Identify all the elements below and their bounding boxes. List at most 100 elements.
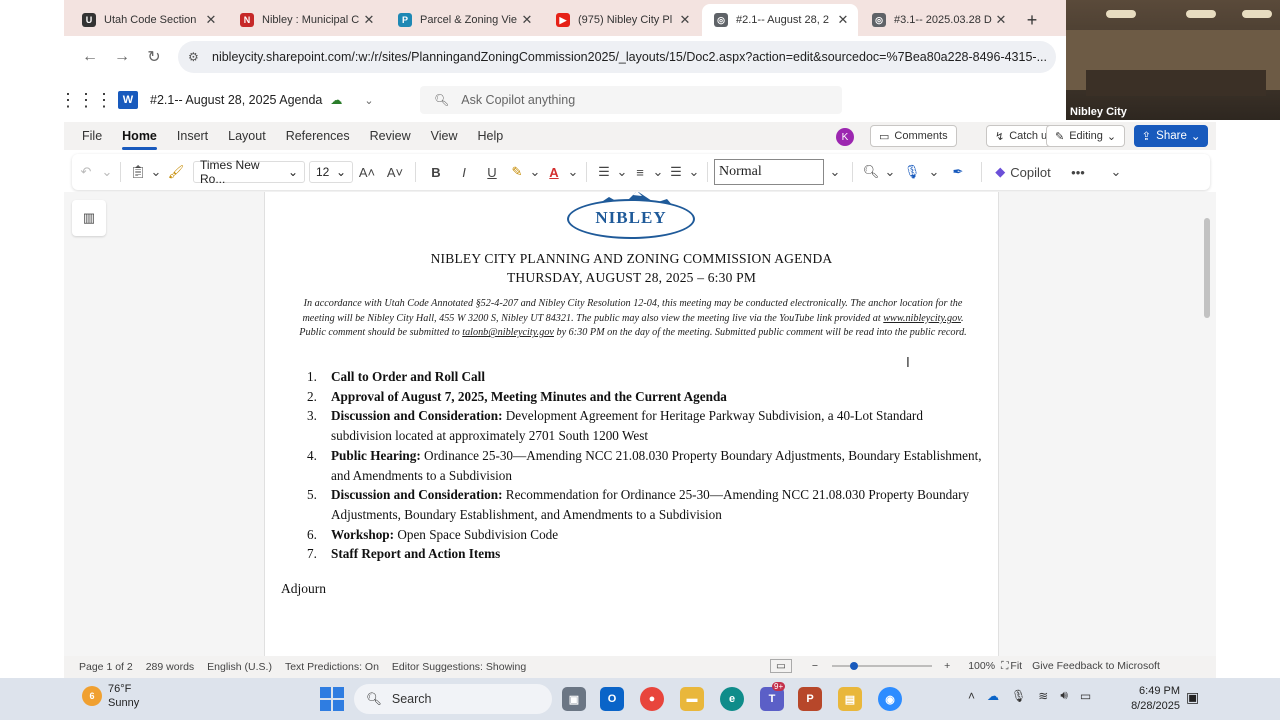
bullets-icon[interactable]: ☰	[593, 154, 615, 190]
font-color-icon[interactable]: A	[542, 154, 566, 190]
language[interactable]: English (U.S.)	[207, 661, 272, 673]
file-explorer-icon[interactable]: ▬	[680, 687, 704, 711]
new-tab-icon[interactable]: +	[1018, 4, 1046, 36]
document-title[interactable]: #2.1-- August 28, 2025 Agenda	[150, 93, 322, 107]
paste-dropdown-icon[interactable]: ⌄	[149, 154, 163, 190]
close-tab-icon[interactable]: ✕	[836, 12, 850, 28]
microphone-icon[interactable]: 🎙︎	[1011, 689, 1026, 703]
copilot-button[interactable]: ◆ Copilot	[988, 154, 1058, 190]
forward-icon[interactable]: →	[106, 41, 138, 73]
wifi-icon[interactable]: ≋	[1038, 689, 1048, 703]
notification-icon[interactable]: ▣	[1186, 689, 1199, 706]
zoom-app-icon[interactable]: ◉	[878, 687, 902, 711]
menu-tab-view[interactable]: View	[431, 122, 458, 150]
menu-tab-layout[interactable]: Layout	[228, 122, 266, 150]
browser-tab[interactable]: ◎ #3.1-- 2025.03.28 D ✕	[860, 4, 1016, 36]
zoom-level[interactable]: 100%	[968, 660, 995, 672]
style-dropdown-icon[interactable]: ⌄	[824, 154, 846, 190]
menu-tab-home[interactable]: Home	[122, 122, 157, 150]
browser-tab[interactable]: ▶ (975) Nibley City Pl ✕	[544, 4, 700, 36]
undo-dropdown-icon[interactable]: ⌄	[100, 154, 114, 190]
italic-icon[interactable]: I	[450, 154, 478, 190]
highlight-icon[interactable]: ✎	[506, 154, 528, 190]
font-color-dropdown-icon[interactable]: ⌄	[566, 154, 580, 190]
outlook-icon[interactable]: O	[600, 687, 624, 711]
collapse-ribbon-icon[interactable]: ⌄	[1098, 154, 1134, 190]
task-view-icon[interactable]: ▣	[562, 687, 586, 711]
font-size-select[interactable]: 12 ⌄	[309, 161, 353, 183]
menu-tab-insert[interactable]: Insert	[177, 122, 208, 150]
close-tab-icon[interactable]: ✕	[520, 12, 534, 28]
email-link[interactable]: talonb@nibleycity.gov	[462, 327, 554, 338]
grow-font-icon[interactable]: A˄	[353, 154, 381, 190]
url-input[interactable]: ⚙ nibleycity.sharepoint.com/:w:/r/sites/…	[178, 41, 1056, 73]
numbering-icon[interactable]: ≡	[629, 154, 651, 190]
saved-status-icon[interactable]: ☁	[330, 93, 342, 107]
text-predictions[interactable]: Text Predictions: On	[285, 661, 379, 673]
word-count[interactable]: 289 words	[146, 661, 194, 673]
menu-tab-file[interactable]: File	[82, 122, 102, 150]
view-mode-icon[interactable]: ▭	[770, 659, 792, 673]
onedrive-icon[interactable]: ☁	[987, 689, 999, 703]
undo-icon[interactable]: ↶	[72, 154, 100, 190]
editing-mode-button[interactable]: ✎ Editing ⌄	[1046, 125, 1126, 147]
dictate-dropdown-icon[interactable]: ⌄	[927, 154, 941, 190]
more-options-icon[interactable]: •••	[1058, 154, 1098, 190]
browser-tab[interactable]: P Parcel & Zoning Vie ✕	[386, 4, 542, 36]
zoom-out-icon[interactable]: −	[812, 660, 818, 672]
editor-suggestions[interactable]: Editor Suggestions: Showing	[392, 661, 526, 673]
reload-icon[interactable]: ↻	[138, 41, 170, 73]
menu-tab-review[interactable]: Review	[370, 122, 411, 150]
folder-icon[interactable]: ▤	[838, 687, 862, 711]
browser-tab[interactable]: U Utah Code Section ✕	[70, 4, 226, 36]
highlight-dropdown-icon[interactable]: ⌄	[528, 154, 542, 190]
find-dropdown-icon[interactable]: ⌄	[883, 154, 897, 190]
word-logo-icon[interactable]: W	[118, 91, 138, 109]
site-info-icon[interactable]: ⚙	[188, 50, 206, 64]
close-tab-icon[interactable]: ✕	[678, 12, 692, 28]
document-page[interactable]: NIBLEY NIBLEY CITY PLANNING AND ZONING C…	[264, 192, 999, 656]
close-tab-icon[interactable]: ✕	[204, 12, 218, 28]
font-name-select[interactable]: Times New Ro... ⌄	[193, 158, 305, 186]
copilot-search-input[interactable]: 🔍︎ Ask Copilot anything	[420, 86, 842, 114]
zoom-in-icon[interactable]: +	[944, 660, 950, 672]
scrollbar[interactable]	[1204, 218, 1210, 318]
close-tab-icon[interactable]: ✕	[994, 12, 1008, 28]
powerpoint-icon[interactable]: P	[798, 687, 822, 711]
browser-tab[interactable]: N Nibley : Municipal C ✕	[228, 4, 384, 36]
clock[interactable]: 6:49 PM 8/28/2025	[1124, 684, 1180, 714]
zoom-slider[interactable]	[832, 661, 933, 671]
windows-start-icon[interactable]	[320, 687, 344, 711]
chevron-down-icon[interactable]: ⌄	[364, 94, 373, 107]
app-launcher-icon[interactable]: ⋮⋮⋮	[59, 78, 113, 122]
chrome-icon[interactable]: ●	[640, 687, 664, 711]
weather-widget[interactable]: 6 76°F Sunny	[82, 682, 139, 710]
paste-icon[interactable]: 📋︎	[127, 154, 149, 190]
fit-button[interactable]: Fit	[1010, 660, 1022, 672]
align-dropdown-icon[interactable]: ⌄	[687, 154, 701, 190]
align-icon[interactable]: ☰	[665, 154, 687, 190]
close-tab-icon[interactable]: ✕	[362, 12, 376, 28]
style-select[interactable]: Normal	[714, 159, 824, 185]
chevron-up-icon[interactable]: ˄	[968, 689, 975, 703]
menu-tab-references[interactable]: References	[286, 122, 350, 150]
underline-icon[interactable]: U	[478, 154, 506, 190]
dictate-icon[interactable]: 🎙︎	[897, 154, 927, 190]
numbering-dropdown-icon[interactable]: ⌄	[651, 154, 665, 190]
volume-icon[interactable]: 🔊︎	[1060, 688, 1068, 703]
avatar[interactable]: K	[836, 128, 854, 146]
edge-icon[interactable]: e	[720, 687, 744, 711]
back-icon[interactable]: ←	[74, 41, 106, 73]
navigation-pane-icon[interactable]: ▥	[72, 200, 106, 236]
editor-icon[interactable]: ✒	[941, 154, 975, 190]
menu-tab-help[interactable]: Help	[478, 122, 504, 150]
website-link[interactable]: www.nibleycity.gov	[883, 313, 961, 324]
bold-icon[interactable]: B	[422, 154, 450, 190]
bullets-dropdown-icon[interactable]: ⌄	[615, 154, 629, 190]
battery-icon[interactable]: ▭	[1080, 689, 1091, 703]
format-painter-icon[interactable]: 🖌︎	[163, 154, 189, 190]
page-count[interactable]: Page 1 of 2	[79, 661, 133, 673]
feedback-link[interactable]: Give Feedback to Microsoft	[1032, 660, 1160, 672]
share-button[interactable]: ⇪ Share ⌄	[1134, 125, 1208, 147]
shrink-font-icon[interactable]: A˅	[381, 154, 409, 190]
